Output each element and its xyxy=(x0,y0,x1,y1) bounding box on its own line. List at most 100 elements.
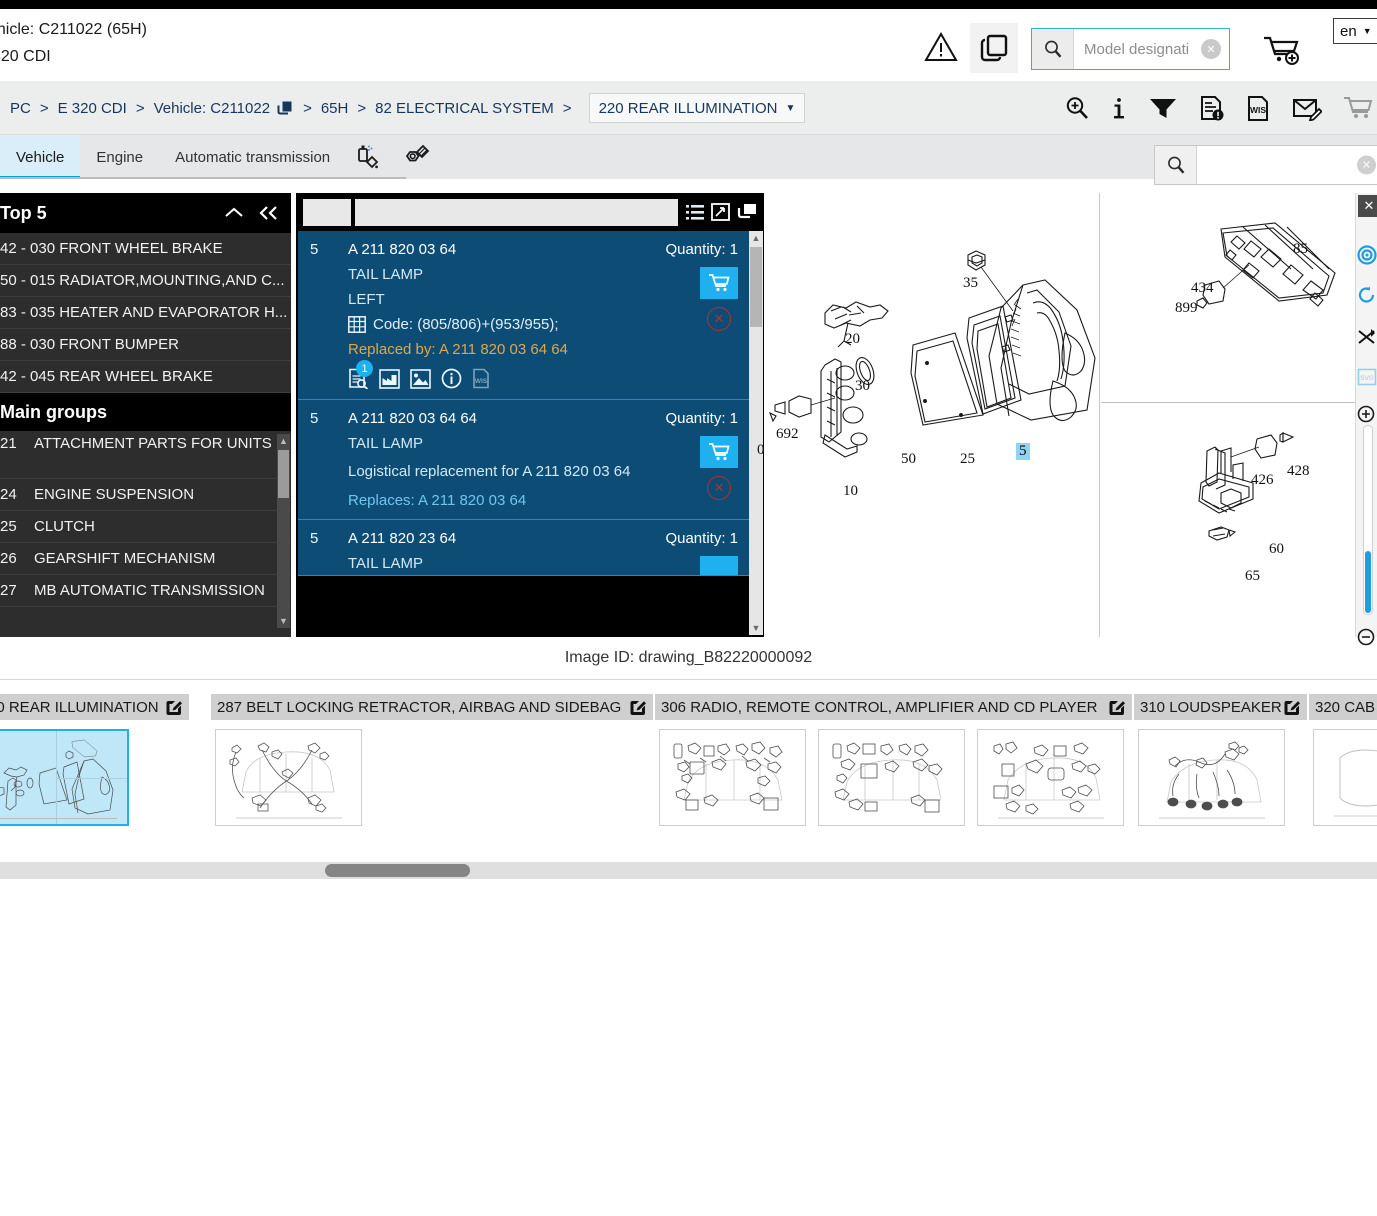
breadcrumb-item-pc[interactable]: PC xyxy=(10,100,31,117)
part-card[interactable]: 5 A 211 820 03 64 TAIL LAMP LEFT Code: (… xyxy=(298,231,750,400)
factory-icon[interactable] xyxy=(379,368,400,389)
svg-export-icon[interactable]: SVG xyxy=(1356,357,1377,397)
image-icon[interactable] xyxy=(410,368,431,389)
add-to-cart-icon[interactable] xyxy=(700,267,738,299)
breadcrumb-item-group[interactable]: 82 ELECTRICAL SYSTEM xyxy=(375,100,554,117)
sidebar-item-top5-2[interactable]: 83 - 035 HEATER AND EVAPORATOR H... xyxy=(0,297,291,329)
thumbnail-item[interactable] xyxy=(977,729,1124,826)
breadcrumb-item-model[interactable]: E 320 CDI xyxy=(58,100,127,117)
thumbnail-item[interactable] xyxy=(0,729,129,826)
table-grid-icon[interactable] xyxy=(348,316,366,333)
scroll-up-arrow-icon[interactable]: ▲ xyxy=(277,434,290,448)
document-alert-icon[interactable] xyxy=(1199,95,1225,122)
thumb-group-header[interactable]: 306 RADIO, REMOTE CONTROL, AMPLIFIER AND… xyxy=(655,694,1132,720)
double-chevron-left-icon[interactable] xyxy=(257,205,281,221)
add-to-cart-icon[interactable] xyxy=(1262,33,1302,65)
copy-icon[interactable] xyxy=(277,100,294,117)
sidebar-item-top5-0[interactable]: 42 - 030 FRONT WHEEL BRAKE xyxy=(0,233,291,265)
breadcrumb-item-code[interactable]: 65H xyxy=(321,100,349,117)
tab-automatic-transmission[interactable]: Automatic transmission xyxy=(159,135,346,179)
copy-icon[interactable] xyxy=(737,203,757,221)
filter-icon[interactable] xyxy=(1148,95,1178,121)
thumbnail-item[interactable] xyxy=(1313,729,1377,826)
add-to-cart-icon[interactable] xyxy=(700,556,738,575)
copy-documents-button[interactable] xyxy=(970,23,1018,73)
thumbnail-item[interactable] xyxy=(659,729,806,826)
sidebar-item-group-21[interactable]: 21 ATTACHMENT PARTS FOR UNITS xyxy=(0,431,291,479)
thumb-group-header[interactable]: 310 LOUDSPEAKER xyxy=(1134,694,1307,720)
mail-edit-icon[interactable] xyxy=(1292,95,1322,121)
sidebar-item-group-26[interactable]: 26 GEARSHIFT MECHANISM xyxy=(0,543,291,575)
part-replaces[interactable]: Replaces: A 211 820 03 64 xyxy=(348,492,642,509)
parts-filter-pos[interactable] xyxy=(303,198,351,226)
hide-connections-icon[interactable] xyxy=(1356,317,1377,357)
scroll-down-arrow-icon[interactable]: ▼ xyxy=(277,614,290,628)
part-card[interactable]: 5 A 211 820 03 64 64 TAIL LAMP Logistica… xyxy=(298,400,750,520)
drawing-main-panel[interactable]: 20 30 35 50 25 5 10 692 0 xyxy=(757,193,1100,637)
edit-pencil-icon[interactable] xyxy=(629,699,647,716)
chevron-up-icon[interactable] xyxy=(223,205,245,221)
part-card[interactable]: 5 A 211 820 23 64 TAIL LAMP Quantity: 1 xyxy=(298,520,750,576)
cart-icon[interactable] xyxy=(1343,95,1373,121)
thumb-group-header[interactable]: 320 CAB xyxy=(1309,694,1377,720)
clear-x-icon[interactable]: ✕ xyxy=(1201,39,1221,59)
edit-pencil-icon[interactable] xyxy=(1283,699,1301,716)
search-input-field[interactable]: ✕ xyxy=(1197,146,1377,184)
parts-scrollbar[interactable]: ▲ ▼ xyxy=(749,231,763,635)
sidebar-item-group-25[interactable]: 25 CLUTCH xyxy=(0,511,291,543)
thumbnail-item[interactable] xyxy=(818,729,965,826)
sidebar-scrollbar[interactable]: ▲ ▼ xyxy=(277,434,290,628)
expand-icon[interactable] xyxy=(711,203,730,221)
info-icon[interactable] xyxy=(1111,95,1127,121)
scroll-down-arrow-icon[interactable]: ▼ xyxy=(749,621,763,635)
sidebar-item-top5-4[interactable]: 42 - 045 REAR WHEEL BRAKE xyxy=(0,361,291,393)
part-number[interactable]: A 211 820 23 64 xyxy=(348,530,642,547)
undo-reset-icon[interactable] xyxy=(1356,275,1377,315)
breadcrumb-active-dropdown[interactable]: 220 REAR ILLUMINATION ▼ xyxy=(588,93,806,123)
bolt-nut-icon[interactable] xyxy=(392,135,440,179)
zoom-in-icon[interactable] xyxy=(1064,95,1090,121)
clear-x-icon[interactable]: ✕ xyxy=(1357,155,1376,175)
parts-filter-input[interactable] xyxy=(355,198,678,226)
close-window-icon[interactable]: ✕ xyxy=(1358,195,1377,217)
zoom-slider-thumb[interactable] xyxy=(1365,551,1371,613)
remove-circle-icon[interactable]: ✕ xyxy=(707,307,731,331)
thumb-group-header[interactable]: 287 BELT LOCKING RETRACTOR, AIRBAG AND S… xyxy=(211,694,653,720)
warning-triangle-icon[interactable] xyxy=(924,31,958,63)
part-number[interactable]: A 211 820 03 64 64 xyxy=(348,410,642,427)
tab-vehicle[interactable]: Vehicle xyxy=(0,135,81,179)
breadcrumb-item-vehicle[interactable]: Vehicle: C211022 xyxy=(154,100,270,117)
edit-pencil-icon[interactable] xyxy=(1108,699,1126,716)
thumbnail-item[interactable] xyxy=(1138,729,1285,826)
scrollbar-thumb[interactable] xyxy=(278,450,289,498)
list-view-icon[interactable] xyxy=(686,204,704,221)
language-selector[interactable]: en ▼ xyxy=(1333,18,1377,44)
group-label: CLUTCH xyxy=(34,518,95,535)
part-replaced-by[interactable]: Replaced by: A 211 820 03 64 64 xyxy=(348,341,642,358)
thumbnail-item[interactable] xyxy=(215,729,362,826)
drawing-right-panel[interactable]: 85 434 899 426 428 60 65 xyxy=(1101,193,1359,637)
model-designation-search[interactable]: Model designati ✕ xyxy=(1031,28,1230,70)
sidebar-item-top5-1[interactable]: 50 - 015 RADIATOR,MOUNTING,AND C... xyxy=(0,265,291,297)
part-number[interactable]: A 211 820 03 64 xyxy=(348,241,642,258)
horizontal-scrollbar[interactable] xyxy=(0,862,1377,879)
image-id-caption: Image ID: drawing_B82220000092 xyxy=(564,649,813,666)
wis-document-icon[interactable]: WIS xyxy=(1246,95,1271,122)
sidebar-item-group-24[interactable]: 24 ENGINE SUSPENSION xyxy=(0,479,291,511)
edit-pencil-icon[interactable] xyxy=(165,699,183,716)
paint-spray-icon[interactable] xyxy=(346,135,392,179)
horizontal-scrollbar-thumb[interactable] xyxy=(325,864,470,877)
scroll-up-arrow-icon[interactable]: ▲ xyxy=(749,231,763,245)
sidebar-item-top5-3[interactable]: 88 - 030 FRONT BUMPER xyxy=(0,329,291,361)
scrollbar-thumb[interactable] xyxy=(750,247,762,327)
thumb-group-header[interactable]: 20 REAR ILLUMINATION xyxy=(0,694,189,720)
sidebar-item-group-27[interactable]: 27 MB AUTOMATIC TRANSMISSION xyxy=(0,575,291,607)
add-to-cart-icon[interactable] xyxy=(700,436,738,468)
info-circle-icon[interactable] xyxy=(441,368,462,389)
global-search[interactable]: ✕ xyxy=(1154,145,1377,185)
tab-engine[interactable]: Engine xyxy=(80,135,159,179)
target-locate-icon[interactable] xyxy=(1356,235,1377,275)
zoom-slider[interactable] xyxy=(1363,425,1373,615)
drawing-label-5-selected[interactable]: 5 xyxy=(1016,443,1030,460)
remove-circle-icon[interactable]: ✕ xyxy=(707,476,731,500)
